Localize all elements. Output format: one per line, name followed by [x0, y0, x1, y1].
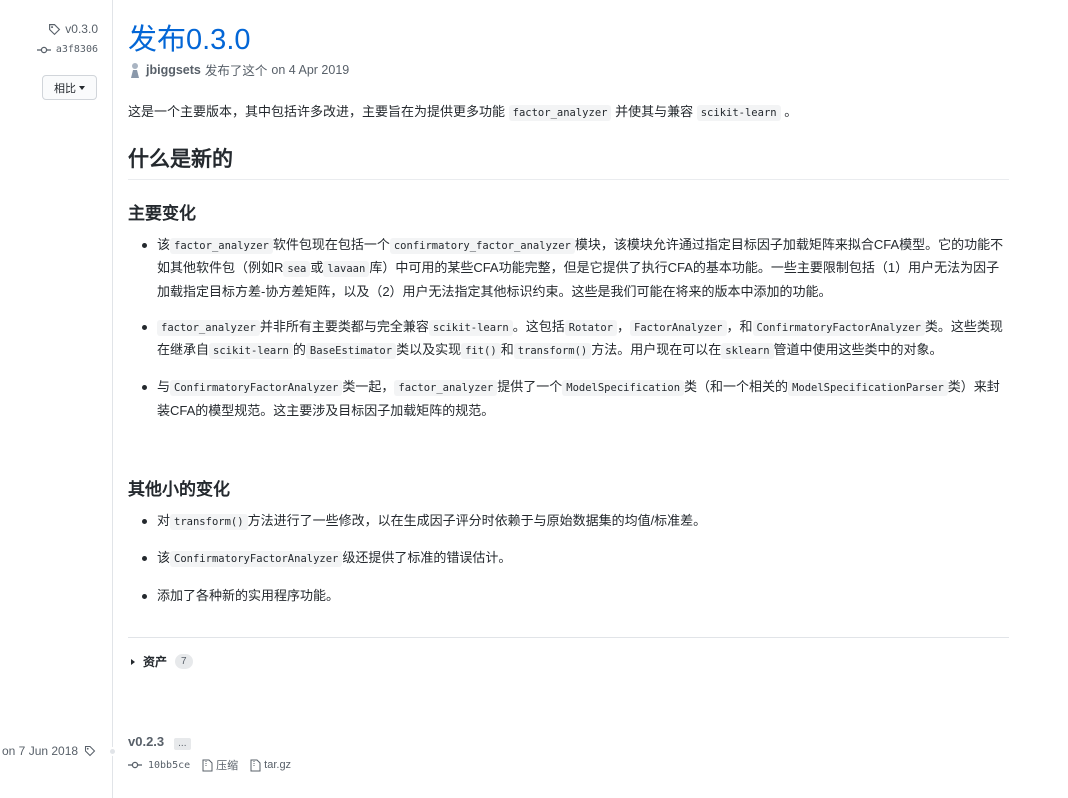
code-span: factor_analyzer — [157, 319, 260, 336]
tag-icon — [85, 745, 96, 757]
text: 并非所有主要类都与完全兼容 — [259, 318, 429, 334]
previous-date-text: on 7 Jun 2018 — [2, 744, 79, 758]
intro-paragraph: 这是一个主要版本，其中包括许多改进，主要旨在为提供更多功能 factor_ana… — [128, 102, 797, 123]
text: 类一起， — [342, 379, 395, 395]
commit-icon — [128, 761, 142, 769]
list-item: 对 transform() 方法进行了一些修改，以在生成因子评分时依赖于与原始数据集… — [128, 510, 1009, 533]
code-span: sea — [283, 261, 311, 278]
code-span: ModelSpecificationParser — [788, 380, 948, 397]
release-title[interactable]: 发布0.3.0 — [128, 16, 251, 58]
code-span: ConfirmatoryFactorAnalyzer — [752, 319, 925, 336]
timeline-line — [112, 0, 113, 798]
author-row: jbiggsets 发布了这个 on 4 Apr 2019 — [128, 60, 349, 79]
intro-text: 这是一个主要版本，其中包括许多改进，主要旨在为提供更多功能 — [128, 104, 506, 119]
text: 管道中使用这些类中的对象。 — [773, 342, 943, 358]
triangle-right-icon — [131, 658, 135, 665]
code-span: confirmatory_factor_analyzer — [389, 238, 575, 254]
text: 对 — [157, 513, 171, 528]
zip-label: 压缩 — [216, 760, 239, 772]
list-item: 该 factor_analyzer 软件包现在包括一个 confirmatory_fa… — [128, 234, 1009, 302]
whats-new-heading: 什么是新的 — [128, 143, 1009, 180]
code-span: factor_analyzer — [508, 105, 612, 121]
text: 与 — [157, 379, 171, 395]
major-changes-heading: 主要变化 — [128, 204, 196, 223]
intro-text: 。 — [784, 104, 798, 119]
minor-changes-heading: 其他小的变化 — [128, 480, 230, 499]
caret-down-icon — [79, 85, 85, 90]
text: 该 — [157, 550, 171, 566]
code-span: scikit-learn — [696, 105, 781, 121]
download-targz-link[interactable]: tar.gz — [250, 759, 291, 772]
targz-label: tar.gz — [264, 759, 292, 771]
text: 的 — [292, 342, 306, 358]
text: 类（和一个相关的 — [684, 379, 789, 395]
list-item: 该 ConfirmatoryFactorAnalyzer 级还提供了标准的错误估计。 — [128, 547, 1009, 570]
commit-icon — [36, 46, 51, 53]
major-changes-list: 该 factor_analyzer 软件包现在包括一个 confirmatory_fa… — [128, 234, 1009, 435]
tag-link[interactable]: v0.3.0 — [48, 22, 98, 36]
published-text: 发布了这个 — [204, 64, 268, 78]
code-span: scikit-learn — [428, 319, 513, 336]
code-span: ModelSpecification — [562, 380, 685, 397]
text: 提供了一个 — [497, 379, 563, 395]
assets-toggle[interactable]: 资产 7 — [131, 653, 193, 670]
list-item: 与 ConfirmatoryFactorAnalyzer 类一起， factor_an… — [128, 376, 1009, 421]
author-link[interactable]: jbiggsets — [146, 63, 201, 77]
previous-release-header: v0.2.3 ... — [128, 732, 191, 750]
tag-icon — [49, 23, 61, 35]
previous-release-meta: 10bb5ce 压缩 tar.gz — [128, 757, 297, 773]
assets-count-badge: 7 — [175, 654, 193, 669]
compare-label: 相比 — [54, 82, 76, 95]
divider — [128, 637, 1009, 638]
code-span: scikit-learn — [209, 343, 293, 360]
code-span: sklearn — [721, 343, 774, 360]
code-span: fit() — [461, 343, 501, 360]
list-item: 添加了各种新的实用程序功能。 — [128, 585, 1009, 606]
text: 类以及实现 — [396, 342, 462, 358]
previous-commit-sha[interactable]: 10bb5ce — [148, 760, 190, 771]
text: ，和 — [726, 318, 753, 334]
text: 或 — [310, 260, 324, 276]
code-span: factor_analyzer — [170, 238, 273, 254]
text: 添加了各种新的实用程序功能。 — [157, 587, 340, 603]
code-span: Rotator — [564, 319, 617, 336]
zip-icon — [202, 759, 213, 771]
code-span: lavaan — [323, 261, 370, 278]
code-span: factor_analyzer — [394, 380, 498, 397]
minor-changes-list: 对 transform() 方法进行了一些修改，以在生成因子评分时依赖于与原始数据集… — [128, 510, 1009, 620]
previous-release-date: on 7 Jun 2018 — [2, 744, 96, 758]
text: ， — [616, 318, 630, 334]
tag-label: v0.3.0 — [65, 22, 98, 36]
list-item: factor_analyzer 并非所有主要类都与完全兼容 scikit-learn… — [128, 316, 1009, 363]
previous-release-tag[interactable]: v0.2.3 — [128, 734, 164, 749]
code-span: FactorAnalyzer — [630, 319, 727, 336]
intro-text: 并使其与兼容 — [615, 104, 694, 119]
commit-sha: a3f8306 — [55, 44, 98, 55]
release-date: on 4 Apr 2019 — [271, 62, 350, 77]
text: 方法进行了一些修改，以在生成因子评分时依赖于与原始数据集的均值/标准差。 — [247, 513, 707, 528]
text: 。这包括 — [512, 318, 565, 334]
file-icon — [250, 759, 261, 771]
assets-label: 资产 — [143, 655, 168, 669]
text: 方法。用户现在可以在 — [591, 342, 722, 358]
text: 该 — [157, 237, 171, 252]
commit-link[interactable]: a3f8306 — [36, 44, 98, 55]
timeline-dot — [108, 747, 117, 756]
expand-ellipsis-button[interactable]: ... — [174, 738, 191, 750]
code-span: ConfirmatoryFactorAnalyzer — [170, 380, 343, 397]
text: 级还提供了标准的错误估计。 — [342, 550, 512, 566]
avatar[interactable] — [128, 62, 142, 78]
code-span: ConfirmatoryFactorAnalyzer — [170, 551, 343, 568]
text: 软件包现在包括一个 — [272, 237, 390, 252]
download-zip-link[interactable]: 压缩 — [202, 757, 238, 773]
code-span: BaseEstimator — [305, 343, 397, 360]
release-sidebar: v0.3.0 a3f8306 相比 on 7 Jun 2018 — [0, 0, 112, 798]
text: 和 — [500, 342, 514, 358]
code-span: transform() — [170, 514, 248, 530]
code-span: transform() — [513, 343, 592, 360]
compare-button[interactable]: 相比 — [42, 75, 97, 100]
